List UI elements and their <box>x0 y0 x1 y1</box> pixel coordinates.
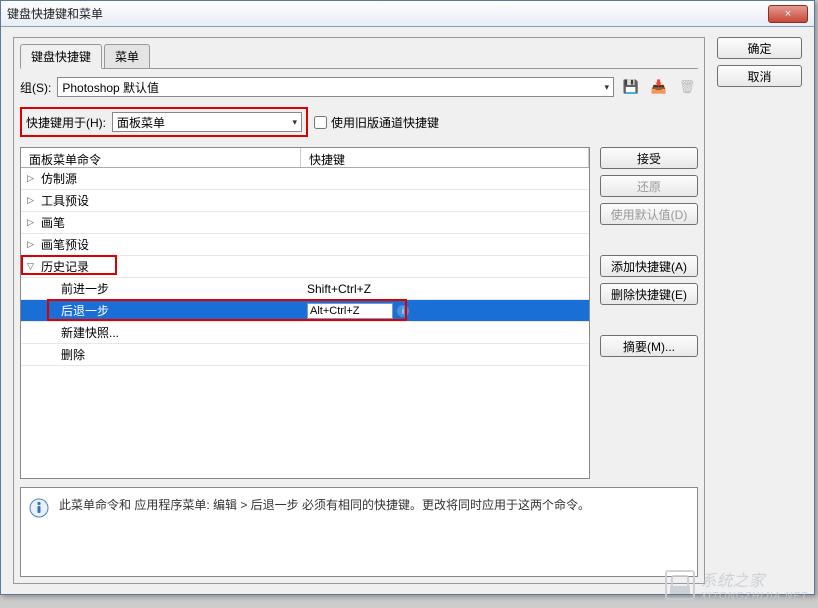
col-shortcut[interactable]: 快捷键 <box>301 148 589 167</box>
main-panel: 键盘快捷键 菜单 组(S): Photoshop 默认值 ▾ 💾 📥 🗑 快捷键… <box>13 37 705 584</box>
col-command[interactable]: 面板菜单命令 <box>21 148 301 167</box>
shortcuts-for-value: 面板菜单 <box>117 114 165 131</box>
highlight-shortcuts-for: 快捷键用于(H): 面板菜单 ▾ <box>20 107 308 137</box>
trash-icon: 🗑 <box>676 77 698 97</box>
tree-row-step-forward[interactable]: 前进一步 Shift+Ctrl+Z <box>21 278 589 300</box>
info-icon <box>29 498 49 518</box>
shortcut-input[interactable] <box>307 303 393 319</box>
tree-header: 面板菜单命令 快捷键 <box>21 148 589 168</box>
tree-row-brush-preset[interactable]: ▷画笔预设 <box>21 234 589 256</box>
tab-divider <box>20 68 698 69</box>
titlebar[interactable]: 键盘快捷键和菜单 × <box>1 1 814 27</box>
add-shortcut-button[interactable]: 添加快捷键(A) <box>600 255 698 277</box>
accept-button[interactable]: 接受 <box>600 147 698 169</box>
watermark-logo-icon <box>665 570 695 600</box>
shortcuts-for-row: 快捷键用于(H): 面板菜单 ▾ 使用旧版通道快捷键 <box>20 107 698 137</box>
legacy-checkbox-row: 使用旧版通道快捷键 <box>314 114 439 131</box>
tree-row-tool-presets[interactable]: ▷工具预设 <box>21 190 589 212</box>
dialog-buttons: 确定 取消 <box>717 37 802 584</box>
info-panel: 此菜单命令和 应用程序菜单: 编辑 > 后退一步 必须有相同的快捷键。更改将同时… <box>20 487 698 577</box>
close-icon: × <box>785 8 791 20</box>
watermark-url: XITONGZHIJIA.NET <box>701 591 809 602</box>
tree-row-new-snapshot[interactable]: 新建快照... <box>21 322 589 344</box>
tree-row-step-backward[interactable]: 后退一步 i <box>21 300 589 322</box>
expand-icon[interactable]: ▷ <box>27 217 37 228</box>
expand-icon[interactable]: ▷ <box>27 173 37 184</box>
chevron-down-icon: ▾ <box>292 117 297 128</box>
chevron-down-icon: ▾ <box>604 82 609 93</box>
group-label: 组(S): <box>20 79 51 96</box>
watermark-brand: 系统之家 <box>701 567 809 591</box>
tree-body[interactable]: ▷仿制源 ▷工具预设 ▷画笔 ▷画笔预设 <box>21 168 589 478</box>
tree-row-brush[interactable]: ▷画笔 <box>21 212 589 234</box>
shortcuts-for-label: 快捷键用于(H): <box>26 114 106 131</box>
undo-button: 还原 <box>600 175 698 197</box>
window-title: 键盘快捷键和菜单 <box>7 5 768 22</box>
tree-row-delete[interactable]: 删除 <box>21 344 589 366</box>
ok-button[interactable]: 确定 <box>717 37 802 59</box>
collapse-icon[interactable]: ▽ <box>27 261 37 272</box>
tree-area: 面板菜单命令 快捷键 ▷仿制源 ▷工具预设 ▷画笔 <box>20 147 698 479</box>
tree-side-buttons: 接受 还原 使用默认值(D) 添加快捷键(A) 删除快捷键(E) 摘要(M)..… <box>600 147 698 479</box>
tree-row-history[interactable]: ▽历史记录 <box>21 256 589 278</box>
delete-shortcut-button[interactable]: 删除快捷键(E) <box>600 283 698 305</box>
dialog-body: 键盘快捷键 菜单 组(S): Photoshop 默认值 ▾ 💾 📥 🗑 快捷键… <box>1 27 814 594</box>
summary-button[interactable]: 摘要(M)... <box>600 335 698 357</box>
expand-icon[interactable]: ▷ <box>27 239 37 250</box>
group-combo[interactable]: Photoshop 默认值 ▾ <box>57 77 614 97</box>
tree-table: 面板菜单命令 快捷键 ▷仿制源 ▷工具预设 ▷画笔 <box>20 147 590 479</box>
save-set-icon: 💾 <box>620 77 642 97</box>
tree-row-clone-source[interactable]: ▷仿制源 <box>21 168 589 190</box>
group-row: 组(S): Photoshop 默认值 ▾ 💾 📥 🗑 <box>20 77 698 97</box>
close-button[interactable]: × <box>768 5 808 23</box>
group-value: Photoshop 默认值 <box>62 79 159 96</box>
expand-icon[interactable]: ▷ <box>27 195 37 206</box>
legacy-label: 使用旧版通道快捷键 <box>331 114 439 131</box>
info-icon[interactable]: i <box>397 305 409 317</box>
watermark: 系统之家 XITONGZHIJIA.NET <box>665 567 809 602</box>
legacy-checkbox[interactable] <box>314 116 327 129</box>
cancel-button[interactable]: 取消 <box>717 65 802 87</box>
use-default-button: 使用默认值(D) <box>600 203 698 225</box>
dialog-window: 键盘快捷键和菜单 × 键盘快捷键 菜单 组(S): Photoshop 默认值 … <box>0 0 815 595</box>
tab-bar: 键盘快捷键 菜单 <box>20 44 698 69</box>
tab-menus[interactable]: 菜单 <box>104 44 150 69</box>
tab-shortcuts[interactable]: 键盘快捷键 <box>20 44 102 69</box>
new-set-icon[interactable]: 📥 <box>648 77 670 97</box>
shortcuts-for-combo[interactable]: 面板菜单 ▾ <box>112 112 302 132</box>
info-text: 此菜单命令和 应用程序菜单: 编辑 > 后退一步 必须有相同的快捷键。更改将同时… <box>59 496 590 568</box>
